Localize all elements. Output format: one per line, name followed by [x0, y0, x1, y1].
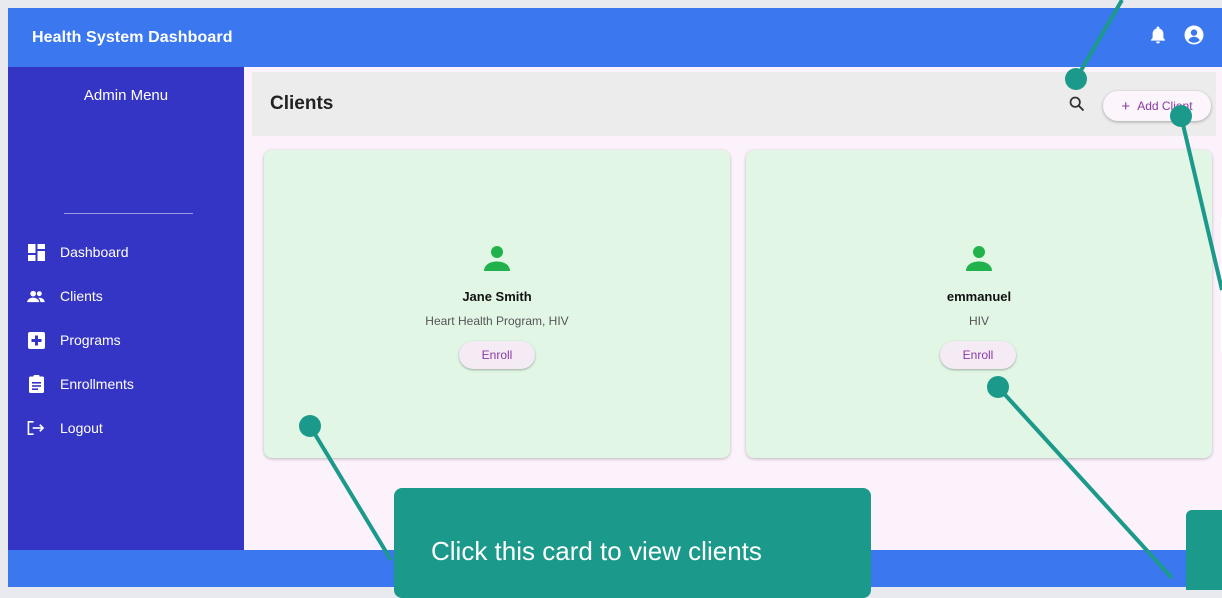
annotation-text: Click this card to view clients: [431, 536, 762, 566]
annotation-marker-add-client: [1170, 105, 1192, 127]
annotation-marker-search: [1065, 68, 1087, 90]
annotation-callout-clipped: [1186, 510, 1222, 590]
annotation-callout: Click this card to view clients: [394, 488, 871, 598]
annotation-marker-card: [299, 415, 321, 437]
annotation-marker-enroll: [987, 376, 1009, 398]
